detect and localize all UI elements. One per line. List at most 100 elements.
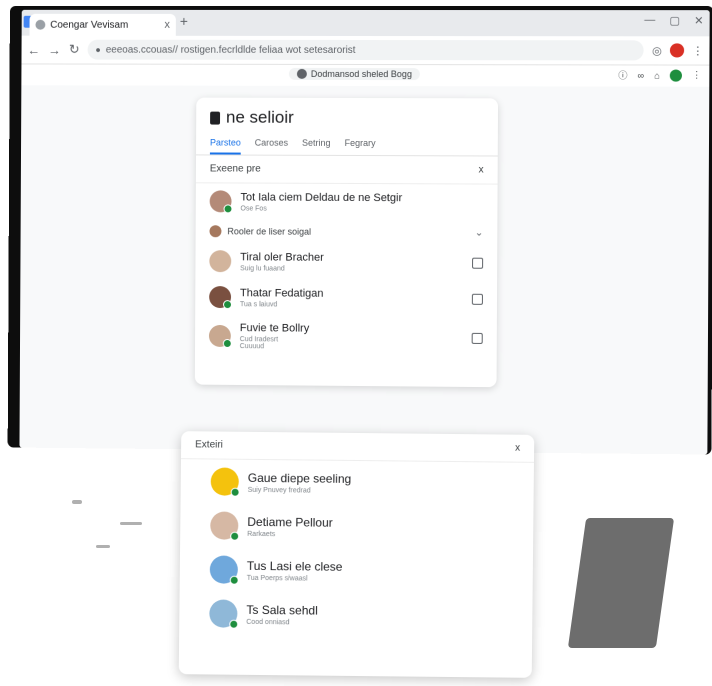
list-item[interactable]: Gaue diepe seeling Suiy Pnuvey fredrad <box>181 459 534 507</box>
contacts-popup: Exteiri x Gaue diepe seeling Suiy Pnuvey… <box>178 431 535 678</box>
window-controls: — ▢ ✕ <box>644 14 703 27</box>
online-status-icon <box>229 619 239 629</box>
tab-parsteo[interactable]: Parsteo <box>209 137 241 155</box>
avatar <box>210 467 240 497</box>
group-label: Rooler de liser soigal <box>227 226 312 237</box>
address-text: eeeoas.ccouas// rostigen.fecrldlde felia… <box>105 44 356 56</box>
list-item[interactable]: Ts Sala sehdl Cood onniasd <box>179 591 532 639</box>
share-dialog: ne selioir Parsteo Caroses Setring Fegra… <box>194 97 499 388</box>
app-logo-icon <box>210 111 221 125</box>
list-item[interactable]: Thatar Fedatigan Tua s laiuvd <box>195 279 497 317</box>
tab-strip: Coengar Vevisam x + — ▢ ✕ <box>21 9 710 37</box>
browser-toolbar: ← → ↻ ● eeeoas.ccouas// rostigen.fecrldl… <box>21 35 710 66</box>
avatar <box>209 250 232 273</box>
list-item[interactable]: Tus Lasi ele clese Tua Poerps siwaasl <box>180 547 533 595</box>
list-item[interactable]: Tot Iala ciem Deldau de ne Setgir Ose Fo… <box>196 183 498 220</box>
favicon-icon <box>35 19 46 30</box>
tab-setring[interactable]: Setring <box>302 138 331 155</box>
dialog-title: ne selioir <box>225 107 294 127</box>
subheader-label: Exeene pre <box>209 163 261 175</box>
list-item[interactable]: Fuvie te Bollry Cud Iradesrt Cuuuud <box>195 315 497 359</box>
avatar <box>210 511 240 541</box>
person-name: Thatar Fedatigan <box>239 286 324 300</box>
list-item[interactable]: Tiral oler Bracher Suig lu fuaand <box>195 243 497 281</box>
site-pill-label: Dodmansod sheled Bogg <box>310 68 412 80</box>
tab-fegrary[interactable]: Fegrary <box>344 138 376 155</box>
monitor-frame: Coengar Vevisam x + — ▢ ✕ ← → ↻ ● eeeoas… <box>7 5 712 455</box>
list-item[interactable]: Detiame Pellour Rarkaets <box>180 503 533 551</box>
close-window-button[interactable]: ✕ <box>694 14 703 27</box>
browser-window: Coengar Vevisam x + — ▢ ✕ ← → ↻ ● eeeoas… <box>19 9 710 455</box>
puzzle-icon[interactable]: ⌂ <box>654 70 660 80</box>
dialog-tabs: Parsteo Caroses Setring Fegrary <box>196 131 498 157</box>
online-status-icon <box>230 487 240 497</box>
online-status-icon <box>222 338 232 349</box>
online-status-icon <box>223 204 233 214</box>
person-meta: Suig lu fuaand <box>240 264 285 273</box>
person-meta: Rarkaets <box>247 530 276 538</box>
select-checkbox[interactable] <box>471 293 483 305</box>
person-name: Gaue diepe seeling <box>247 470 352 486</box>
avatar <box>209 286 233 310</box>
popup-title: Exteiri <box>195 439 223 451</box>
forward-icon[interactable]: → <box>48 42 61 57</box>
avatar <box>209 190 233 214</box>
bookmark-bar: Dodmansod sheled Bogg ⓘ ∞ ⌂ ⋮ <box>21 64 710 88</box>
person-name: Ts Sala sehdl <box>246 602 318 618</box>
more-icon[interactable]: ⋮ <box>692 70 701 81</box>
lock-icon: ● <box>95 44 101 55</box>
extension-icon[interactable]: ◎ <box>652 44 662 57</box>
person-meta: Ose Fos <box>240 204 267 213</box>
close-icon[interactable]: x <box>515 443 520 454</box>
toolbar-actions: ◎ ⋮ <box>652 43 703 58</box>
reload-icon[interactable]: ↻ <box>69 42 80 58</box>
group-row[interactable]: Rooler de liser soigal ⌄ <box>196 219 498 245</box>
person-meta: Tua s laiuvd <box>239 300 278 308</box>
avatar <box>208 324 232 349</box>
site-pill[interactable]: Dodmansod sheled Bogg <box>288 67 420 81</box>
online-status-icon <box>230 531 240 541</box>
site-icon <box>296 68 307 79</box>
address-bar[interactable]: ● eeeoas.ccouas// rostigen.fecrldlde fel… <box>87 39 645 61</box>
decorative-speck <box>120 522 142 525</box>
dialog-header: ne selioir <box>196 98 498 133</box>
close-icon[interactable]: x <box>479 164 484 175</box>
tab-close-icon[interactable]: x <box>164 19 170 31</box>
decorative-speck <box>96 545 110 548</box>
browser-tab[interactable]: Coengar Vevisam x <box>29 13 176 36</box>
dialog-subheader: Exeene pre x <box>195 155 498 185</box>
avatar <box>209 555 239 585</box>
select-checkbox[interactable] <box>472 257 484 269</box>
profile-avatar[interactable] <box>669 43 685 58</box>
person-name: Fuvie te Bollry <box>239 322 310 335</box>
person-meta: Tua Poerps siwaasl <box>246 574 308 582</box>
decorative-speck <box>72 500 82 504</box>
bookmark-actions: ⓘ ∞ ⌂ ⋮ <box>618 68 701 82</box>
select-checkbox[interactable] <box>471 332 483 344</box>
online-status-icon <box>223 300 233 310</box>
account-avatar[interactable] <box>669 69 682 82</box>
keyboard-shadow <box>567 518 675 648</box>
minimize-button[interactable]: — <box>644 14 655 27</box>
back-icon[interactable]: ← <box>27 42 40 57</box>
group-avatar <box>209 225 222 238</box>
link-icon[interactable]: ∞ <box>638 70 645 80</box>
person-name: Tiral oler Bracher <box>240 250 324 264</box>
page-content: ne selioir Parsteo Caroses Setring Fegra… <box>19 85 710 455</box>
maximize-button[interactable]: ▢ <box>669 14 680 27</box>
person-name: Detiame Pellour <box>247 514 333 530</box>
info-icon[interactable]: ⓘ <box>618 68 627 81</box>
tab-title: Coengar Vevisam <box>50 19 129 31</box>
person-name: Tot Iala ciem Deldau de ne Setgir <box>240 190 403 204</box>
person-meta: Cud Iradesrt Cuuuud <box>239 336 279 351</box>
tab-caroses[interactable]: Caroses <box>255 138 288 155</box>
popup-header: Exteiri x <box>180 431 535 463</box>
avatar <box>209 599 239 629</box>
chevron-down-icon[interactable]: ⌄ <box>475 227 483 238</box>
menu-icon[interactable]: ⋮ <box>692 44 703 57</box>
online-status-icon <box>229 575 239 585</box>
person-meta: Cood onniasd <box>246 618 290 626</box>
person-meta: Suiy Pnuvey fredrad <box>247 486 311 495</box>
new-tab-button[interactable]: + <box>180 13 188 29</box>
person-name: Tus Lasi ele clese <box>246 558 343 574</box>
